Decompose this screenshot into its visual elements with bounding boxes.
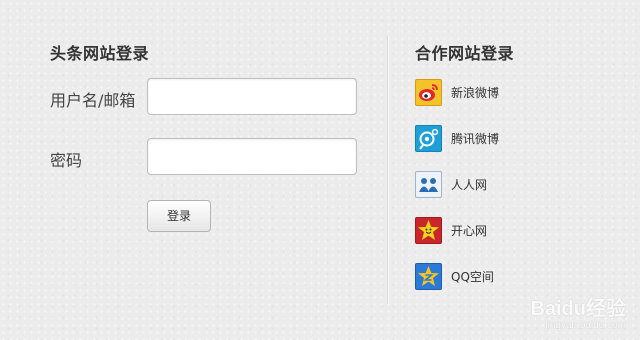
watermark-text: Baidu经验 xyxy=(530,298,626,320)
partner-login-title: 合作网站登录 xyxy=(415,44,515,63)
partner-label: 新浪微博 xyxy=(451,85,500,100)
qzone-icon xyxy=(415,262,442,290)
watermark-url: jingyan.baidu.com xyxy=(545,320,626,331)
tencent-weibo-icon xyxy=(415,124,442,152)
partner-tencent-weibo[interactable]: 腾讯微博 xyxy=(415,124,499,152)
partner-label: 开心网 xyxy=(451,223,488,238)
baidu-jingyan-watermark: Baidu经验 jingyan.baidu.com xyxy=(530,298,626,332)
renren-icon xyxy=(415,170,442,198)
kaixin-icon xyxy=(415,216,442,244)
site-login-title: 头条网站登录 xyxy=(50,44,150,63)
partner-kaixin[interactable]: 开心网 xyxy=(415,216,487,244)
password-label: 密码 xyxy=(50,151,83,170)
partner-label: 人人网 xyxy=(451,177,488,192)
login-button[interactable]: 登录 xyxy=(147,200,211,232)
partner-label: QQ空间 xyxy=(451,269,494,284)
partner-qzone[interactable]: QQ空间 xyxy=(415,262,494,290)
divider xyxy=(387,36,388,304)
sina-weibo-icon xyxy=(415,78,442,106)
password-input[interactable] xyxy=(147,138,357,175)
partner-label: 腾讯微博 xyxy=(451,131,500,146)
partner-sina-weibo[interactable]: 新浪微博 xyxy=(415,78,499,106)
username-label: 用户名/邮箱 xyxy=(50,91,136,110)
partner-renren[interactable]: 人人网 xyxy=(415,170,487,198)
username-input[interactable] xyxy=(147,78,357,115)
